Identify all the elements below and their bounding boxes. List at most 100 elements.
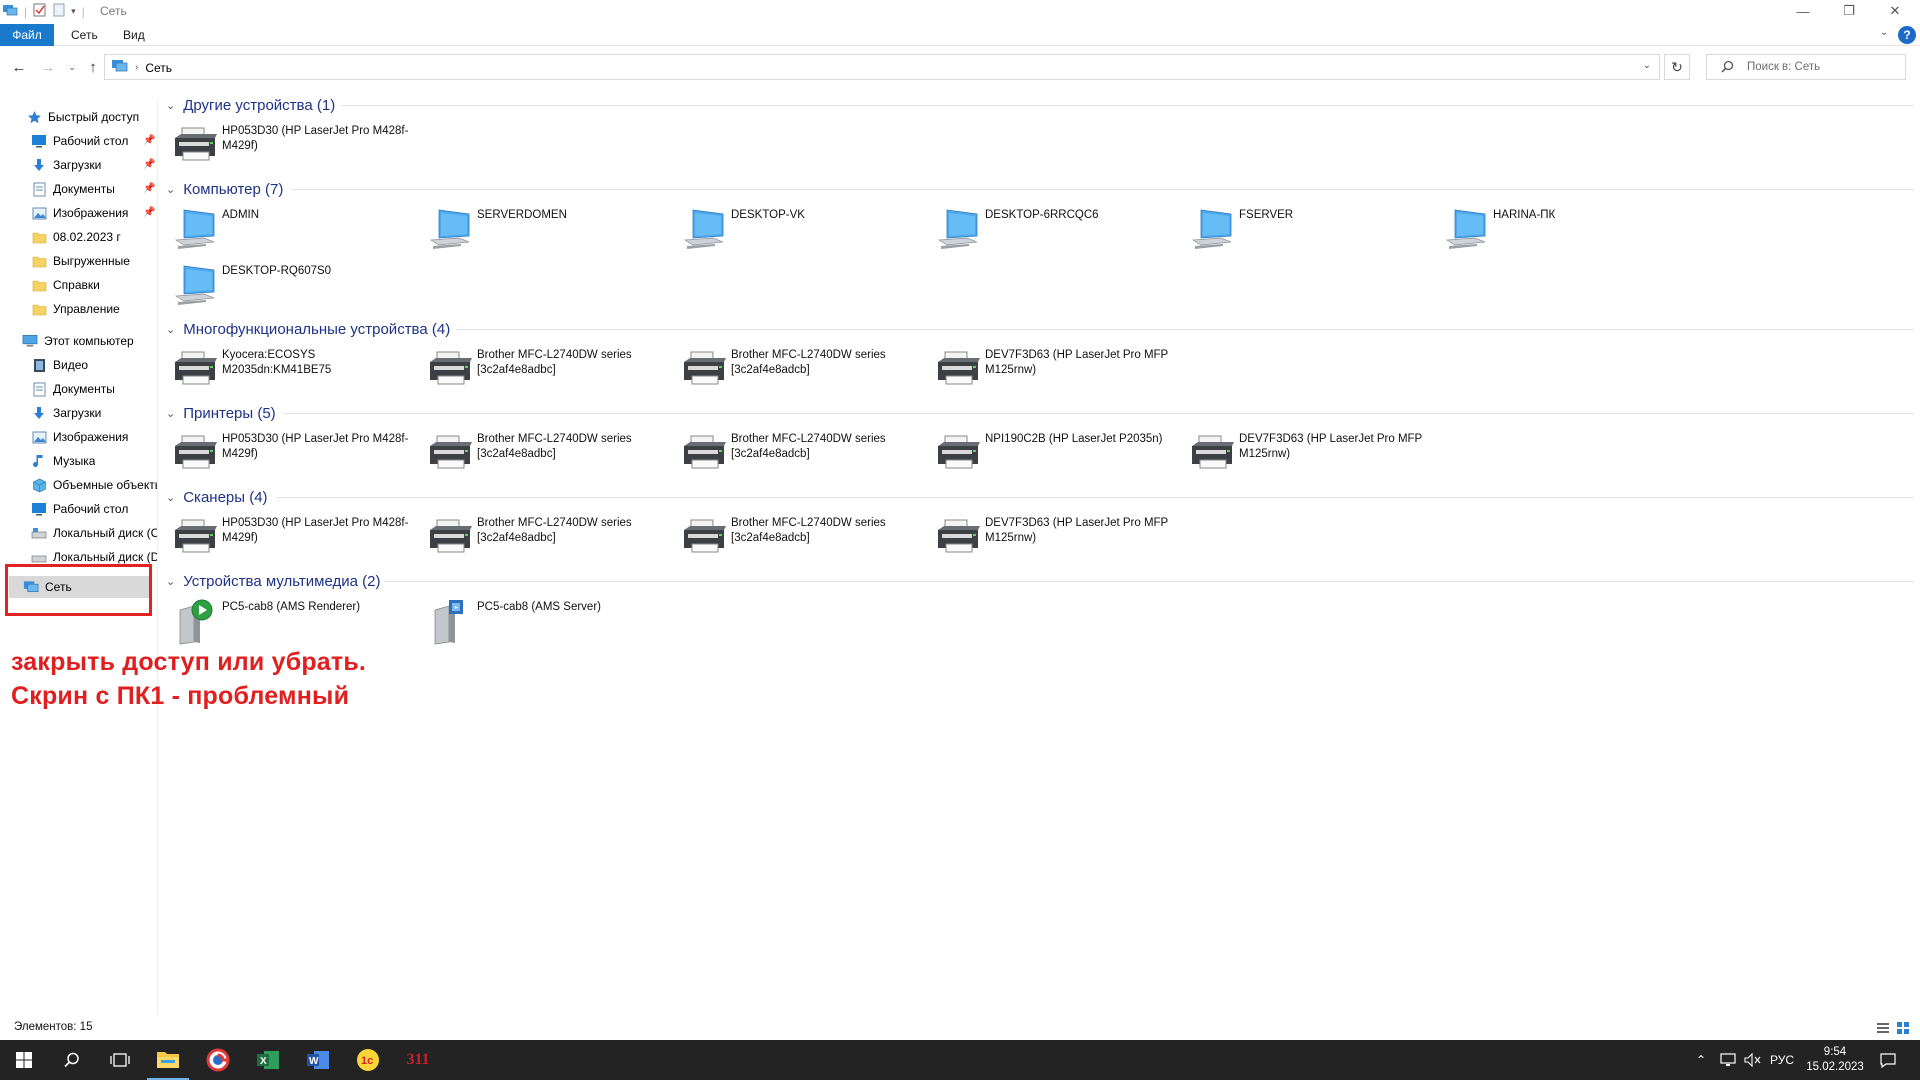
excel-icon[interactable]: X (247, 1040, 289, 1080)
sidebar-item-downloads-pc[interactable]: Загрузки (31, 402, 101, 424)
device-tile[interactable]: FSERVER (1189, 204, 1439, 254)
tab-view[interactable]: Вид (109, 24, 159, 46)
notifications-icon[interactable] (1880, 1040, 1896, 1080)
device-tile[interactable]: Brother MFC-L2740DW series [3c2af4e8adcb… (681, 512, 931, 562)
group-header[interactable]: ⌄ Многофункциональные устройства (4) (166, 318, 450, 340)
sidebar-item-this-pc[interactable]: Этот компьютер (22, 330, 134, 352)
help-icon[interactable]: ? (1898, 26, 1916, 44)
group-header[interactable]: ⌄ Устройства мультимедиа (2) (166, 570, 380, 592)
device-tile[interactable]: Kyocera:ECOSYS M2035dn:KM41BE75 (172, 344, 422, 394)
show-hidden-icons-icon[interactable]: ⌃ (1696, 1040, 1706, 1080)
clock[interactable]: 9:54 15.02.2023 (1800, 1045, 1870, 1075)
tab-file[interactable]: Файл (0, 24, 54, 46)
up-icon[interactable]: ↑ (82, 56, 104, 78)
refresh-icon[interactable]: ↻ (1664, 54, 1690, 80)
device-tile[interactable]: HP053D30 (HP LaserJet Pro M428f-M429f) (172, 120, 422, 170)
device-tile[interactable]: DEV7F3D63 (HP LaserJet Pro MFP M125rnw) (935, 344, 1185, 394)
pin-icon[interactable]: 📌 (143, 159, 155, 170)
minimize-icon[interactable]: — (1780, 0, 1826, 22)
recent-locations-icon[interactable]: ⌄ (61, 56, 83, 78)
search-icon[interactable] (48, 1040, 96, 1080)
collapse-chevron-icon[interactable]: ⌄ (166, 323, 175, 336)
network-app-icon[interactable] (2, 3, 18, 20)
collapse-chevron-icon[interactable]: ⌄ (166, 575, 175, 588)
collapse-chevron-icon[interactable]: ⌄ (166, 407, 175, 420)
restore-icon[interactable]: ❐ (1826, 0, 1872, 22)
tab-network[interactable]: Сеть (57, 24, 112, 46)
customize-toolbar-icon[interactable]: ▾ (71, 6, 76, 17)
sidebar-item-videos[interactable]: Видео (31, 354, 88, 376)
network-status-icon[interactable] (1720, 1040, 1736, 1080)
device-tile[interactable]: HP053D30 (HP LaserJet Pro M428f-M429f) (172, 428, 422, 478)
group-header[interactable]: ⌄ Принтеры (5) (166, 402, 276, 424)
word-icon[interactable]: W (297, 1040, 339, 1080)
volume-muted-icon[interactable] (1744, 1040, 1762, 1080)
file-explorer-icon[interactable] (147, 1040, 189, 1080)
download-icon (31, 157, 47, 173)
group-header[interactable]: ⌄ Компьютер (7) (166, 178, 283, 200)
sidebar-item-documents[interactable]: Документы (31, 178, 115, 200)
pin-icon[interactable]: 📌 (143, 207, 155, 218)
device-tile[interactable]: DEV7F3D63 (HP LaserJet Pro MFP M125rnw) (1189, 428, 1439, 478)
search-box[interactable]: Поиск в: Сеть (1706, 54, 1906, 80)
properties-icon[interactable] (33, 3, 47, 20)
start-button[interactable] (0, 1040, 48, 1080)
sidebar-item-folder-date[interactable]: 08.02.2023 г (31, 226, 121, 248)
device-tile[interactable]: SERVERDOMEN (427, 204, 677, 254)
collapse-chevron-icon[interactable]: ⌄ (166, 491, 175, 504)
desktop-icon (31, 133, 47, 149)
device-tile[interactable]: PC5-cab8 (AMS Server) (427, 596, 677, 646)
device-tile[interactable]: Brother MFC-L2740DW series [3c2af4e8adbc… (427, 344, 677, 394)
device-tile[interactable]: DESKTOP-RQ607S0 (172, 260, 422, 310)
sidebar-item-music[interactable]: Музыка (31, 450, 95, 472)
browser-icon[interactable] (197, 1040, 239, 1080)
device-label: HP053D30 (HP LaserJet Pro M428f-M429f) (222, 517, 409, 544)
group-header[interactable]: ⌄ Другие устройства (1) (166, 94, 335, 116)
sidebar-item-desktop[interactable]: Рабочий стол (31, 130, 128, 152)
new-folder-icon[interactable] (53, 3, 65, 20)
device-tile[interactable]: DESKTOP-VK (681, 204, 931, 254)
sidebar-item-folder-certificates[interactable]: Справки (31, 274, 100, 296)
1c-icon[interactable]: 1c (347, 1040, 389, 1080)
large-icons-view-icon[interactable] (1896, 1021, 1910, 1035)
sidebar-item-pictures[interactable]: Изображения (31, 202, 128, 224)
collapse-chevron-icon[interactable]: ⌄ (166, 183, 175, 196)
sidebar-item-3d-objects[interactable]: Объемные объекты (31, 474, 157, 496)
sidebar-item-pictures-pc[interactable]: Изображения (31, 426, 128, 448)
close-icon[interactable]: ✕ (1872, 0, 1918, 22)
group-header[interactable]: ⌄ Сканеры (4) (166, 486, 268, 508)
pin-icon[interactable]: 📌 (143, 135, 155, 146)
device-tile[interactable]: HP053D30 (HP LaserJet Pro M428f-M429f) (172, 512, 422, 562)
device-tile[interactable]: DEV7F3D63 (HP LaserJet Pro MFP M125rnw) (935, 512, 1185, 562)
device-tile[interactable]: HARINA-ПК (1443, 204, 1693, 254)
app-311-icon[interactable]: 311 (397, 1040, 439, 1080)
task-view-icon[interactable] (96, 1040, 144, 1080)
sidebar-item-local-disk-c[interactable]: Локальный диск (C:) (31, 522, 157, 544)
sidebar-item-folder-uploaded[interactable]: Выгруженные (31, 250, 130, 272)
forward-icon[interactable]: → (37, 56, 59, 78)
sidebar-item-folder-management[interactable]: Управление (31, 298, 120, 320)
device-tile[interactable]: NPI190C2B (HP LaserJet P2035n) (935, 428, 1185, 478)
breadcrumb-network[interactable]: Сеть (145, 61, 172, 75)
device-tile[interactable]: Brother MFC-L2740DW series [3c2af4e8adcb… (681, 344, 931, 394)
device-tile[interactable]: ADMIN (172, 204, 422, 254)
details-view-icon[interactable] (1876, 1021, 1890, 1035)
device-tile[interactable]: Brother MFC-L2740DW series [3c2af4e8adbc… (427, 512, 677, 562)
sidebar-item-documents-pc[interactable]: Документы (31, 378, 115, 400)
address-bar[interactable]: › Сеть ⌄ (104, 54, 1660, 80)
sidebar-item-desktop-pc[interactable]: Рабочий стол (31, 498, 128, 520)
group-divider (341, 105, 1914, 106)
device-tile[interactable]: DESKTOP-6RRCQC6 (935, 204, 1185, 254)
back-icon[interactable]: ← (8, 56, 30, 78)
device-tile[interactable]: Brother MFC-L2740DW series [3c2af4e8adbc… (427, 428, 677, 478)
sidebar-item-downloads[interactable]: Загрузки (31, 154, 101, 176)
collapse-chevron-icon[interactable]: ⌄ (166, 99, 175, 112)
address-dropdown-icon[interactable]: ⌄ (1643, 60, 1651, 71)
expand-ribbon-icon[interactable]: ⌄ (1880, 27, 1888, 38)
language-indicator[interactable]: РУС (1770, 1040, 1794, 1080)
pin-icon[interactable]: 📌 (143, 183, 155, 194)
device-tile[interactable]: Brother MFC-L2740DW series [3c2af4e8adcb… (681, 428, 931, 478)
device-tile[interactable]: PC5-cab8 (AMS Renderer) (172, 596, 422, 646)
search-input[interactable]: Поиск в: Сеть (1747, 61, 1820, 73)
sidebar-item-quick-access[interactable]: Быстрый доступ (26, 106, 139, 128)
